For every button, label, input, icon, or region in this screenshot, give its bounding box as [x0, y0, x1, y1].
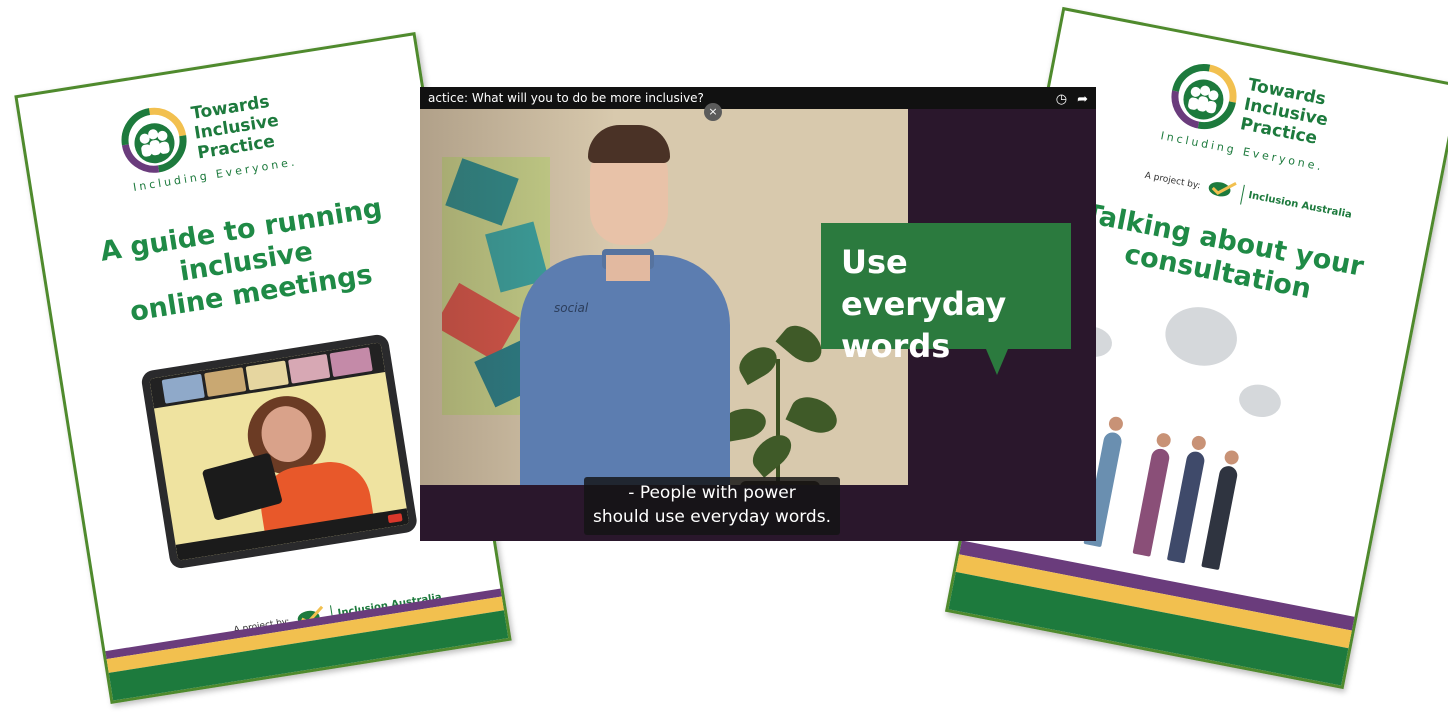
people-circle-icon — [116, 102, 192, 178]
tablet-video-call-illustration — [140, 333, 419, 570]
subtitle-line: - People with power — [628, 483, 796, 503]
speech-bubble-tail — [986, 349, 1008, 375]
people-circle-icon — [1165, 58, 1242, 135]
participant-thumbnails — [149, 342, 386, 409]
speech-line: Use everyday — [841, 243, 1007, 323]
speech-bubble: Use everyday words — [821, 223, 1071, 365]
speech-bubble-icon — [1160, 301, 1243, 372]
subtitle-line: should use everyday words. — [593, 507, 831, 527]
speech-line: words — [841, 327, 951, 365]
video-title: actice: What will you to do be more incl… — [428, 91, 704, 105]
colour-stripes — [65, 579, 512, 704]
video-subtitle: - People with power should use everyday … — [584, 477, 840, 535]
video-title-bar: actice: What will you to do be more incl… — [420, 87, 1096, 109]
shirt-logo: social — [554, 301, 589, 315]
booklet-title: A guide to running inclusive online meet… — [41, 184, 451, 341]
video-player[interactable]: social actice: What will you to do be mo… — [420, 87, 1096, 541]
project-by-label: A project by: — [1143, 170, 1202, 191]
presenter: social — [520, 255, 730, 485]
inclusion-australia-logo-icon — [1204, 176, 1238, 204]
clock-icon[interactable]: ◷ — [1056, 89, 1067, 111]
end-call-icon — [387, 513, 403, 524]
close-icon[interactable]: × — [704, 103, 722, 121]
org-name: Inclusion Australia — [1247, 189, 1353, 221]
share-icon[interactable]: ➦ — [1077, 89, 1088, 111]
speech-bubble-icon — [1236, 381, 1284, 421]
